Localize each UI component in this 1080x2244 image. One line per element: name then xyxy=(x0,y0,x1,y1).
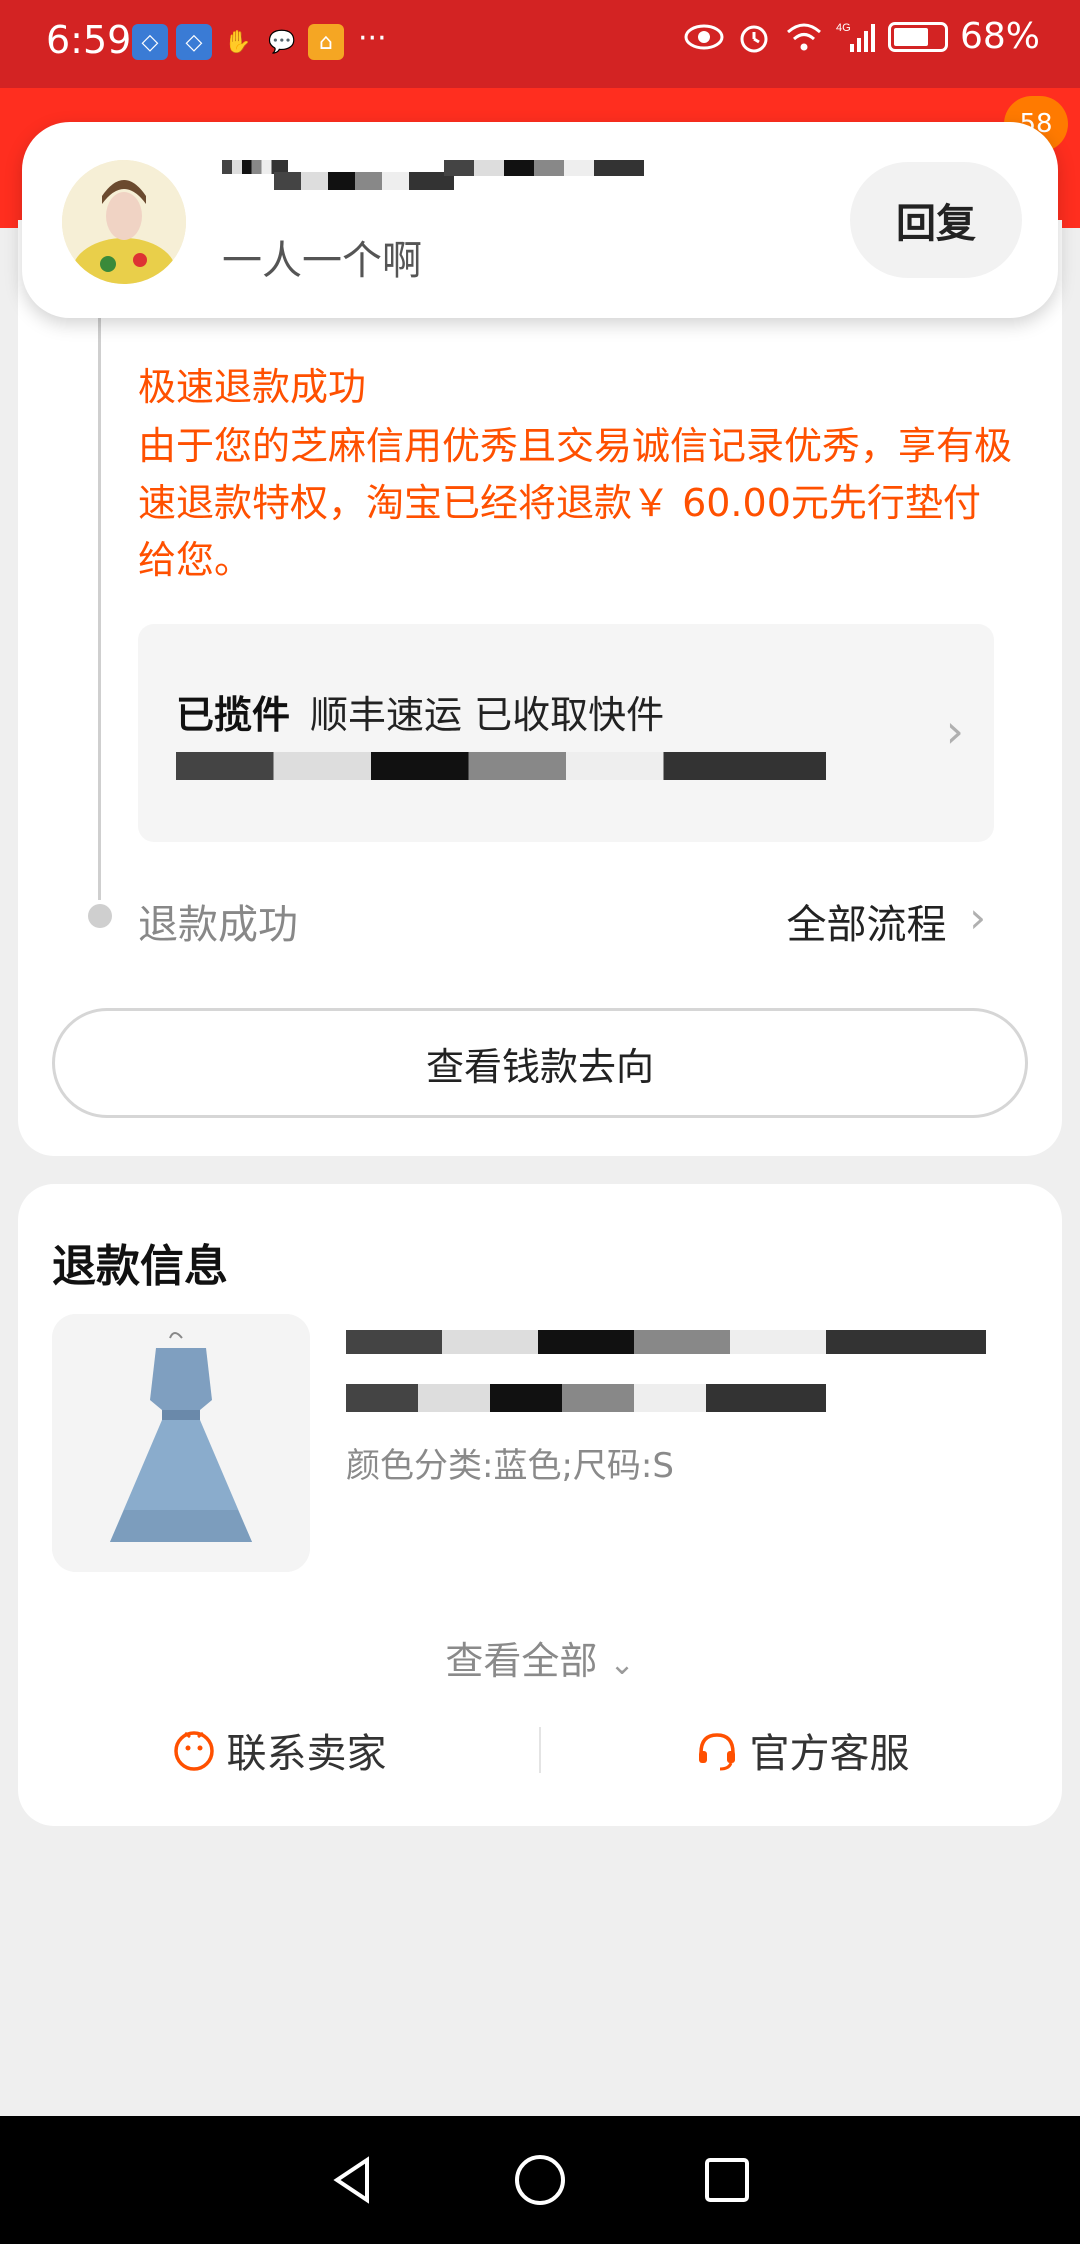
fast-refund-description: 由于您的芝麻信用优秀且交易诚信记录优秀，享有极速退款特权，淘宝已经将退款￥ 60… xyxy=(138,424,1013,582)
official-service-label: 官方客服 xyxy=(749,1731,910,1777)
refund-progress-card: 极速退款成功 由于您的芝麻信用优秀且交易诚信记录优秀，享有极速退款特权，淘宝已经… xyxy=(18,220,1062,1156)
contact-actions: 联系卖家 官方客服 xyxy=(18,1710,1062,1790)
headset-icon xyxy=(698,1733,735,1771)
product-title-redacted xyxy=(346,1330,986,1354)
tracking-number-redacted xyxy=(176,752,826,780)
official-service-button[interactable]: 官方客服 xyxy=(541,1721,1062,1779)
back-icon[interactable] xyxy=(325,2152,381,2208)
sender-name-redacted xyxy=(444,160,644,176)
view-all-link[interactable]: 查看全部 ⌄ xyxy=(18,1630,1062,1685)
message-notification[interactable]: 一人一个啊 回复 xyxy=(22,122,1058,318)
logistics-entry[interactable]: 已揽件 顺丰速运 已收取快件 › xyxy=(138,624,994,842)
notification-message: 一人一个啊 xyxy=(222,238,422,284)
refund-info-card: 退款信息 颜色分类:蓝色;尺码:S 查看全部 ⌄ 联系卖家 官方客服 xyxy=(18,1184,1062,1826)
wifi-icon xyxy=(786,23,821,50)
all-process-link[interactable]: 全部流程 › xyxy=(786,892,986,950)
logistics-text: 顺丰速运 已收取快件 xyxy=(310,693,665,737)
seller-icon xyxy=(173,1731,214,1771)
eye-icon xyxy=(684,24,724,49)
status-system-icons: 4G 68% xyxy=(684,16,1040,57)
avatar xyxy=(62,160,186,284)
home-icon[interactable] xyxy=(512,2152,568,2208)
more-notifications-icon: ··· xyxy=(358,21,387,56)
timeline-line xyxy=(98,220,101,900)
alarm-icon xyxy=(740,25,768,52)
battery-icon xyxy=(887,21,948,52)
contact-seller-button[interactable]: 联系卖家 xyxy=(18,1721,539,1779)
home-app-icon: ⌂ xyxy=(308,24,344,60)
refund-success-step: 退款成功 xyxy=(138,902,298,948)
contact-seller-label: 联系卖家 xyxy=(226,1731,387,1777)
timeline-dot xyxy=(88,904,112,928)
view-money-flow-button[interactable]: 查看钱款去向 xyxy=(52,1008,1028,1118)
recents-icon[interactable] xyxy=(699,2152,755,2208)
reply-button[interactable]: 回复 xyxy=(850,162,1022,278)
chevron-right-icon: › xyxy=(945,704,964,758)
product-sku: 颜色分类:蓝色;尺码:S xyxy=(346,1446,674,1486)
all-process-label: 全部流程 xyxy=(786,902,947,948)
message-icon: 💬 xyxy=(268,29,296,55)
battery-percent: 68% xyxy=(959,16,1040,57)
status-notification-icons: ◇ ◇ ✋ 💬 ⌂ ··· xyxy=(132,24,387,60)
fast-refund-title: 极速退款成功 xyxy=(138,365,367,409)
status-bar: 6:59 ◇ ◇ ✋ 💬 ⌂ ··· 4G 68% xyxy=(0,0,1080,88)
app-notification-icon: ◇ xyxy=(176,24,212,60)
chevron-down-icon: ⌄ xyxy=(609,1647,635,1682)
chevron-right-icon: › xyxy=(969,893,986,942)
system-nav-bar xyxy=(0,2116,1080,2244)
status-time: 6:59 xyxy=(46,18,132,62)
product-title-redacted xyxy=(346,1384,826,1412)
product-image[interactable] xyxy=(52,1314,310,1572)
signal-icon: 4G xyxy=(836,22,875,52)
hand-icon: ✋ xyxy=(224,29,252,55)
network-type: 4G xyxy=(836,22,851,34)
logistics-status: 已揽件 xyxy=(176,693,291,737)
sender-name-redacted xyxy=(274,172,454,190)
app-notification-icon: ◇ xyxy=(132,24,168,60)
refund-info-title: 退款信息 xyxy=(52,1241,228,1292)
view-all-label: 查看全部 xyxy=(445,1639,598,1683)
